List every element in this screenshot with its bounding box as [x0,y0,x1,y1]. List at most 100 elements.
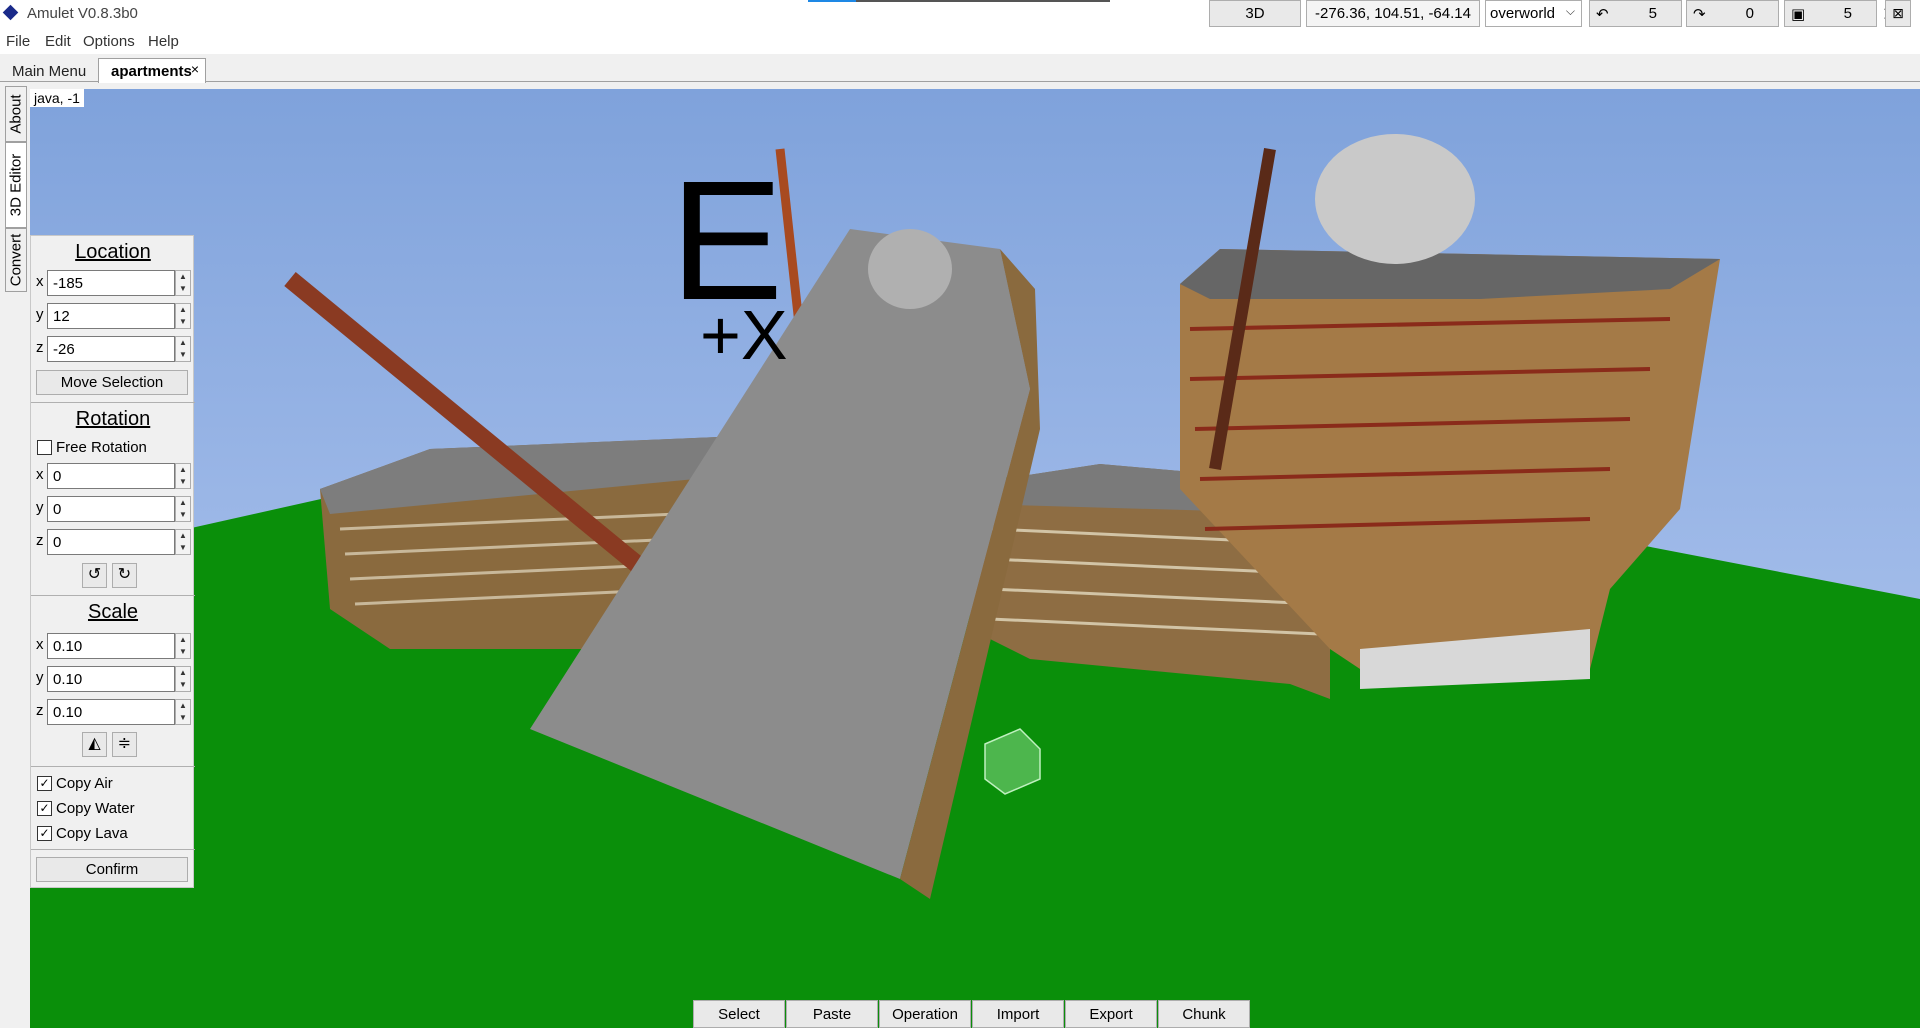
rotation-y-label: y [36,499,44,516]
location-z-stepper[interactable]: ▲ ▼ [175,336,191,362]
view-mode-button[interactable]: 3D [1209,0,1301,27]
location-x-stepper[interactable]: ▲ ▼ [175,270,191,296]
location-x-input[interactable]: -185 ▲ ▼ [47,270,191,296]
side-tab-convert[interactable]: Convert [5,228,27,292]
scale-x-input[interactable]: 0.10 ▲ ▼ [47,633,191,659]
undo-count: 5 [1648,5,1657,22]
3d-viewport[interactable]: E +X java, -1 [30,89,1920,1028]
tab-main-menu[interactable]: Main Menu [0,59,98,82]
divider [31,595,195,596]
rotation-z-stepper[interactable]: ▲ ▼ [175,529,191,555]
scale-z-stepper[interactable]: ▲ ▼ [175,699,191,725]
location-z-label: z [36,339,44,356]
scale-z-input[interactable]: 0.10 ▲ ▼ [47,699,191,725]
mirror-horizontal-icon: ◭ [88,735,101,752]
location-y-stepper[interactable]: ▲ ▼ [175,303,191,329]
menu-help[interactable]: Help [148,33,179,50]
progress-bar [808,0,1110,2]
mirror-horizontal-button[interactable]: ◭ [82,732,107,757]
divider [31,402,195,403]
rotation-title: Rotation [75,408,151,430]
tab-close-icon[interactable]: × [191,61,199,77]
scale-x-label: x [36,636,44,653]
mirror-vertical-button[interactable]: ≑ [112,732,137,757]
operation-tool-button[interactable]: Operation [879,1000,971,1028]
undo-icon: ↶ [1596,6,1609,23]
side-tab-3d-editor[interactable]: 3D Editor [5,142,27,228]
location-x-label: x [36,273,44,290]
progress-fill [808,0,857,2]
free-rotation-label: Free Rotation [56,439,147,456]
rotate-left-button[interactable]: ↺ [82,563,107,588]
scale-z-label: z [36,702,44,719]
scale-y-label: y [36,669,44,686]
export-tool-button[interactable]: Export [1065,1000,1157,1028]
world-scene: E +X [30,134,1920,1028]
location-y-label: y [36,306,44,323]
close-world-icon: ⊠ [1892,5,1904,21]
copy-lava-checkbox[interactable]: ✓ [37,826,52,841]
scale-y-stepper[interactable]: ▲ ▼ [175,666,191,692]
import-tool-button[interactable]: Import [972,1000,1064,1028]
satellite-dish [1315,134,1475,264]
save-count: 5 [1843,5,1852,22]
divider [31,849,195,850]
copy-air-checkbox[interactable]: ✓ [37,776,52,791]
side-tab-convert-label: Convert [7,233,25,287]
redo-button[interactable]: ↷ 0 [1686,0,1779,27]
scale-y-value: 0.10 [53,671,83,688]
save-icon: ▣ [1791,6,1806,23]
copy-water-checkbox[interactable]: ✓ [37,801,52,816]
undo-button[interactable]: ↶ 5 [1589,0,1682,27]
rotate-left-icon: ↺ [87,566,102,583]
camera-coordinates[interactable]: -276.36, 104.51, -64.14 [1306,0,1480,27]
menu-bar: File Edit Options Help [0,29,1920,54]
location-z-value: -26 [53,341,75,358]
menu-file[interactable]: File [6,33,30,50]
rotation-z-input[interactable]: 0 ▲ ▼ [47,529,191,555]
paste-tool-button[interactable]: Paste [786,1000,878,1028]
rotation-x-input[interactable]: 0 ▲ ▼ [47,463,191,489]
select-tool-button[interactable]: Select [693,1000,785,1028]
scale-z-value: 0.10 [53,704,83,721]
divider [31,766,195,767]
close-world-button[interactable]: ⊠ [1885,0,1911,27]
rotation-y-value: 0 [53,501,62,518]
location-z-input[interactable]: -26 ▲ ▼ [47,336,191,362]
axis-label: +X [700,296,788,374]
tab-apartments[interactable]: apartments × [98,58,206,83]
rotate-right-button[interactable]: ↻ [112,563,137,588]
mirror-vertical-icon: ≑ [117,735,132,752]
move-selection-button[interactable]: Move Selection [36,370,188,395]
save-button[interactable]: ▣ 5 [1784,0,1877,27]
scale-y-input[interactable]: 0.10 ▲ ▼ [47,666,191,692]
tilted-tower-dish [868,229,952,309]
rotate-right-icon: ↻ [117,566,132,583]
rotation-z-label: z [36,532,44,549]
location-y-value: 12 [53,308,70,325]
side-tab-about[interactable]: About [5,86,27,142]
redo-icon: ↷ [1693,6,1706,23]
location-x-value: -185 [53,275,84,292]
side-tab-about-label: About [7,94,25,134]
side-tab-3d-editor-label: 3D Editor [7,153,25,217]
rotation-x-stepper[interactable]: ▲ ▼ [175,463,191,489]
side-tab-bar: About 3D Editor Convert [0,82,30,1028]
location-y-input[interactable]: 12 ▲ ▼ [47,303,191,329]
rotation-y-stepper[interactable]: ▲ ▼ [175,496,191,522]
copy-lava-label: Copy Lava [56,825,128,842]
dimension-label: java, -1 [30,89,84,107]
confirm-button[interactable]: Confirm [36,857,188,882]
scale-x-value: 0.10 [53,638,83,655]
menu-options[interactable]: Options [83,33,135,50]
free-rotation-checkbox[interactable] [37,440,52,455]
tab-apartments-label: apartments [111,63,192,80]
tab-bar: Main Menu apartments × [0,54,1920,83]
dimension-select[interactable]: overworld ⌵ [1485,0,1582,27]
scale-x-stepper[interactable]: ▲ ▼ [175,633,191,659]
location-title: Location [75,241,151,263]
chunk-tool-button[interactable]: Chunk [1158,1000,1250,1028]
menu-edit[interactable]: Edit [45,33,71,50]
rotation-y-input[interactable]: 0 ▲ ▼ [47,496,191,522]
dimension-select-value: overworld [1490,5,1556,22]
